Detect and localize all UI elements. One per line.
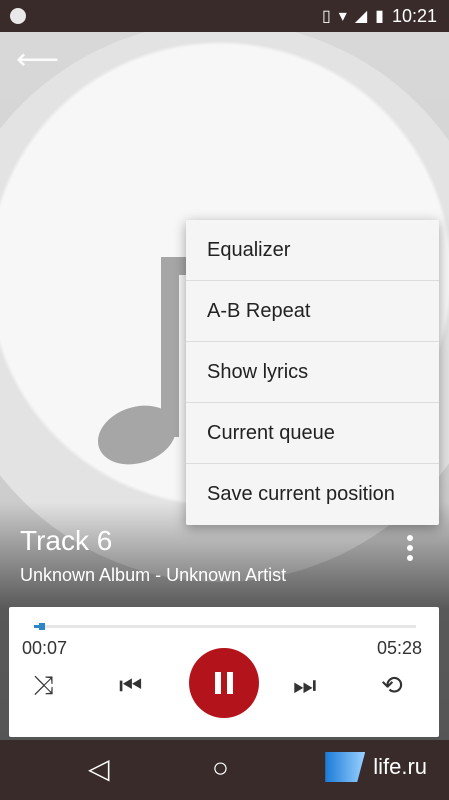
pause-button[interactable] <box>189 648 259 718</box>
status-time: 10:21 <box>391 5 437 26</box>
menu-item-show-lyrics[interactable]: Show lyrics <box>186 342 439 403</box>
elapsed-time: 00:07 <box>22 638 68 658</box>
duration-time: 05:28 <box>377 638 423 658</box>
overflow-menu: Equalizer A-B Repeat Show lyrics Current… <box>186 220 439 525</box>
wifi-icon: ▾ <box>338 8 347 25</box>
status-bar: ▯ ▾ ◢ ▮ 10:21 <box>0 0 449 32</box>
battery-icon: ▮ <box>375 8 384 25</box>
menu-item-equalizer[interactable]: Equalizer <box>186 220 439 281</box>
menu-item-ab-repeat[interactable]: A-B Repeat <box>186 281 439 342</box>
pause-icon <box>212 672 236 694</box>
menu-item-save-position[interactable]: Save current position <box>186 464 439 525</box>
track-title: Track 6 <box>20 525 113 556</box>
signal-icon: ◢ <box>354 8 368 25</box>
shuffle-icon[interactable]: ⤨ <box>33 670 54 702</box>
previous-icon[interactable]: ⏮ <box>119 670 142 702</box>
vibrate-icon: ▯ <box>321 8 331 25</box>
next-icon[interactable]: ⏭ <box>293 670 316 702</box>
progress-thumb[interactable] <box>39 623 46 630</box>
more-vert-icon[interactable] <box>404 535 416 561</box>
back-icon[interactable]: ◁ <box>88 752 110 785</box>
notification-dot-icon <box>10 8 26 24</box>
watermark-text: life.ru <box>373 754 427 779</box>
progress-bar[interactable] <box>34 623 416 630</box>
home-icon[interactable]: ○ <box>212 752 229 784</box>
back-arrow-icon[interactable]: ⟵ <box>16 42 59 77</box>
repeat-icon[interactable]: ⟲ <box>381 670 403 701</box>
watermark-logo <box>325 752 366 782</box>
watermark: life.ru <box>325 752 427 782</box>
menu-item-current-queue[interactable]: Current queue <box>186 403 439 464</box>
track-subtitle: Unknown Album - Unknown Artist <box>20 565 287 585</box>
navigation-bar: ◁ ○ life.ru <box>0 740 449 800</box>
